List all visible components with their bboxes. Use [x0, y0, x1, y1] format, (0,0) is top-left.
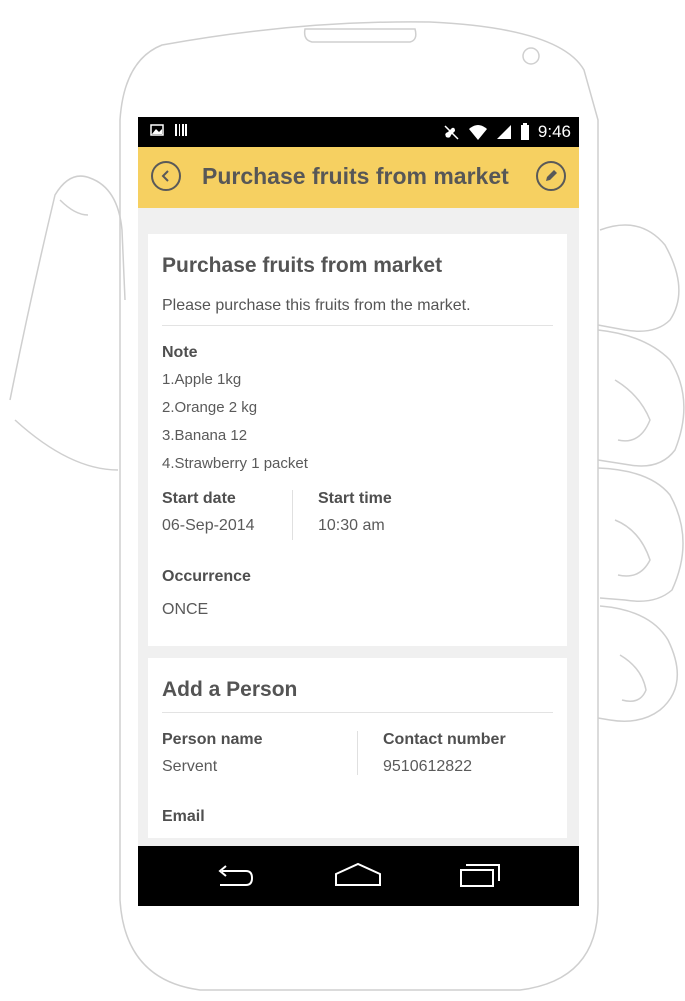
task-title: Purchase fruits from market: [162, 254, 443, 277]
edit-button[interactable]: [536, 161, 566, 191]
recent-apps-icon[interactable]: [458, 860, 504, 892]
status-time: 9:46: [537, 122, 571, 141]
image-notification-icon: [150, 124, 164, 136]
person-name-value[interactable]: Servent: [162, 758, 217, 776]
back-icon[interactable]: [212, 860, 256, 892]
status-bar: 9:46: [138, 117, 579, 147]
back-button[interactable]: [151, 161, 181, 191]
wifi-icon: [468, 125, 487, 140]
task-description: Please purchase this fruits from the mar…: [162, 297, 471, 314]
occurrence-label: Occurrence: [162, 568, 251, 585]
email-label: Email: [162, 808, 205, 825]
note-item: 4.Strawberry 1 packet: [162, 455, 308, 472]
person-card: Add a Person Person name Servent Contact…: [148, 658, 567, 838]
task-card: Purchase fruits from market Please purch…: [148, 234, 567, 646]
barcode-notification-icon: [175, 124, 187, 136]
note-item: 1.Apple 1kg: [162, 371, 242, 388]
column-divider: [292, 490, 293, 540]
occurrence-value: ONCE: [162, 601, 209, 618]
column-divider: [357, 731, 358, 775]
person-name-label: Person name: [162, 731, 263, 748]
person-heading: Add a Person: [162, 678, 298, 701]
phone-screen: 9:46 Purchase fruits from market Purchas…: [138, 117, 579, 906]
app-bar: Purchase fruits from market: [138, 147, 579, 208]
battery-icon: [520, 123, 529, 140]
navigation-bar: [138, 846, 579, 906]
divider: [162, 712, 553, 713]
home-icon[interactable]: [334, 860, 382, 892]
signal-icon: [496, 125, 511, 139]
contact-number-label: Contact number: [383, 731, 506, 748]
start-time-value: 10:30 am: [318, 517, 385, 534]
note-item: 2.Orange 2 kg: [162, 399, 258, 416]
chevron-left-icon: [161, 170, 169, 182]
note-label: Note: [162, 344, 198, 361]
contact-number-value[interactable]: 9510612822: [383, 758, 472, 776]
divider: [162, 325, 553, 326]
mute-icon: [444, 125, 459, 140]
app-bar-title: Purchase fruits from market: [202, 163, 509, 189]
start-date-value: 06-Sep-2014: [162, 517, 255, 534]
start-date-label: Start date: [162, 490, 236, 507]
start-time-label: Start time: [318, 490, 392, 507]
pencil-icon: [546, 170, 557, 181]
note-item: 3.Banana 12: [162, 427, 248, 444]
